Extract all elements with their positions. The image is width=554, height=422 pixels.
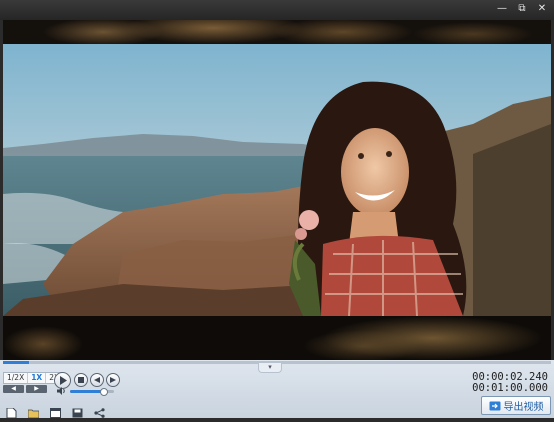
next-icon bbox=[110, 377, 116, 383]
collapse-toggle[interactable]: ▾ bbox=[258, 363, 282, 373]
minimize-button[interactable]: — bbox=[496, 2, 508, 16]
play-icon bbox=[59, 376, 67, 385]
video-preview[interactable] bbox=[3, 20, 551, 360]
window-icon[interactable] bbox=[50, 403, 61, 418]
window-controls: — ⧉ ✕ bbox=[496, 2, 548, 16]
open-folder-icon[interactable] bbox=[27, 403, 40, 419]
video-top-letterbox bbox=[3, 20, 551, 44]
video-frame-image bbox=[3, 44, 551, 316]
title-bar: — ⧉ ✕ bbox=[0, 0, 554, 20]
playback-progress-fill bbox=[3, 361, 30, 364]
control-panel: ▾ 1/2X 1X 2X ◀ ▶ bbox=[0, 360, 554, 419]
speed-option-half[interactable]: 1/2X bbox=[4, 373, 29, 383]
speed-option-normal[interactable]: 1X bbox=[28, 373, 47, 383]
export-icon bbox=[489, 401, 500, 410]
volume-icon[interactable] bbox=[57, 387, 67, 395]
previous-button[interactable] bbox=[90, 373, 104, 387]
restore-button[interactable]: ⧉ bbox=[516, 2, 528, 16]
frame-forward-button[interactable]: ▶ bbox=[26, 385, 47, 393]
share-icon[interactable] bbox=[94, 403, 105, 418]
volume-knob[interactable] bbox=[99, 388, 108, 396]
video-bottom-letterbox bbox=[3, 316, 551, 360]
close-button[interactable]: ✕ bbox=[536, 2, 548, 16]
previous-icon bbox=[94, 377, 100, 383]
frame-back-button[interactable]: ◀ bbox=[3, 385, 24, 393]
next-button[interactable] bbox=[106, 373, 120, 387]
total-duration: 00:01:00.000 bbox=[472, 382, 548, 394]
stop-button[interactable] bbox=[74, 373, 88, 387]
file-toolbar bbox=[6, 403, 105, 419]
volume-slider[interactable] bbox=[70, 388, 114, 396]
save-icon[interactable] bbox=[72, 403, 83, 418]
export-video-button[interactable]: 导出视频 bbox=[481, 396, 551, 415]
stop-icon bbox=[78, 377, 84, 383]
export-video-label: 导出视频 bbox=[503, 402, 544, 413]
volume-fill bbox=[70, 390, 103, 393]
new-file-icon[interactable] bbox=[6, 403, 17, 419]
frame-step-controls: ◀ ▶ bbox=[3, 385, 47, 393]
